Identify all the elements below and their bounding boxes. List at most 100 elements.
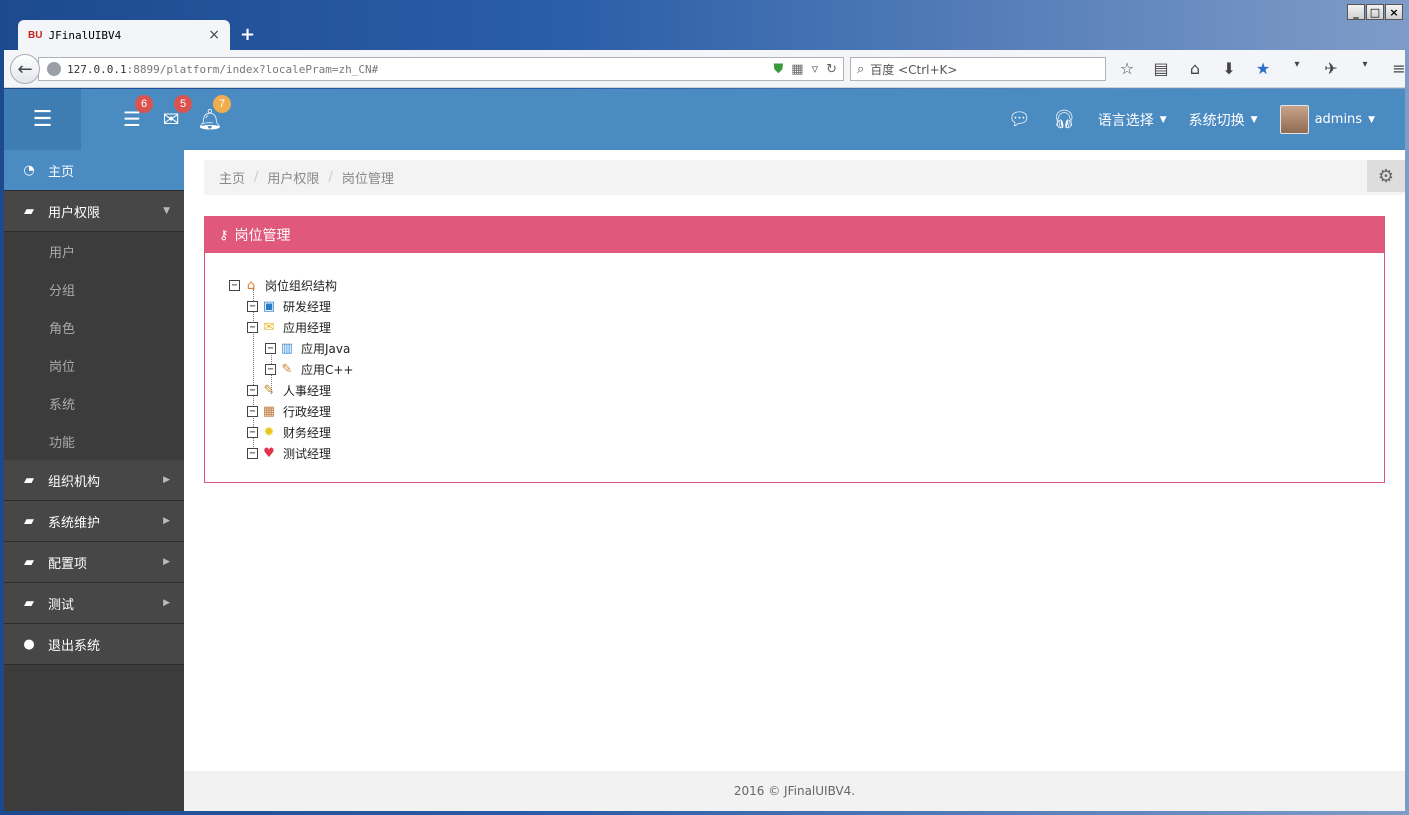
- sidebar-item-config[interactable]: ▰ 配置项 ▶: [4, 542, 184, 583]
- collapse-toggle[interactable]: −: [265, 364, 276, 375]
- sidebar-item-logout[interactable]: ● 退出系统: [4, 624, 184, 665]
- tree-node-label: 人事经理: [283, 384, 332, 398]
- url-bar[interactable]: 127.0.0.1:8899/platform/index?localePram…: [38, 57, 844, 81]
- envelope-icon: ✉: [263, 320, 275, 335]
- headset-icon[interactable]: 🎧︎: [1053, 109, 1076, 130]
- tree-node-label: 测试经理: [283, 447, 332, 461]
- menu-icon[interactable]: ☰: [4, 89, 81, 150]
- sidebar-subitem-role[interactable]: 角色: [4, 308, 184, 346]
- tab-title: JFinalUIBV4: [48, 28, 122, 42]
- tab-close-icon[interactable]: ×: [208, 27, 220, 43]
- reload-icon[interactable]: ↻: [826, 62, 837, 77]
- chart-icon: ▥: [280, 341, 294, 356]
- collapse-toggle[interactable]: −: [265, 343, 276, 354]
- tree-node[interactable]: − ▣ 研发经理: [247, 296, 331, 317]
- download-icon[interactable]: ⬇: [1218, 59, 1240, 78]
- station-panel: ⚷ 岗位管理 − ⌂ 岗位组织结构 − ▣ 研发经理 − ✉ 应用经理 − ▥ …: [204, 216, 1385, 483]
- hamburger-menu-icon[interactable]: ≡: [1388, 59, 1409, 78]
- url-text[interactable]: 127.0.0.1:8899/platform/index?localePram…: [67, 63, 774, 76]
- minimize-button[interactable]: _: [1347, 4, 1365, 20]
- breadcrumb-separator: /: [254, 170, 259, 185]
- browser-tab[interactable]: BU JFinalUIBV4 ×: [18, 20, 230, 50]
- caret-down-icon: ▼: [1250, 114, 1258, 125]
- collapse-toggle[interactable]: −: [247, 385, 258, 396]
- sidebar-item-label: 测试: [48, 597, 75, 613]
- sidebar-subitem-station[interactable]: 岗位: [4, 346, 184, 384]
- tree-node-root[interactable]: − ⌂ 岗位组织结构: [229, 275, 337, 296]
- caret-down-icon: ▼: [1159, 114, 1167, 125]
- gears-icon[interactable]: ⚙: [1367, 160, 1405, 192]
- user-menu[interactable]: admins ▼: [1279, 105, 1375, 134]
- sidebar-item-test[interactable]: ▰ 测试 ▶: [4, 583, 184, 624]
- tree-node[interactable]: − ▥ 应用Java: [265, 338, 350, 359]
- back-button[interactable]: ←: [10, 54, 40, 84]
- sidebar-item-label: 配置项: [48, 556, 88, 572]
- sidebar-item-label: 组织机构: [48, 474, 101, 490]
- tasks-badge: 6: [135, 95, 153, 113]
- sidebar-subitem-system[interactable]: 系统: [4, 384, 184, 422]
- addon-icon[interactable]: ★: [1252, 59, 1274, 78]
- envelope-icon[interactable]: ✉ 5: [158, 95, 192, 132]
- close-window-button[interactable]: ×: [1385, 4, 1403, 20]
- book-icon: ▰: [24, 595, 34, 611]
- sidebar-subitem-group[interactable]: 分组: [4, 270, 184, 308]
- shield-icon[interactable]: ⛊: [774, 62, 784, 77]
- collapse-toggle[interactable]: −: [247, 322, 258, 333]
- sidebar-item-maintenance[interactable]: ▰ 系统维护 ▶: [4, 501, 184, 542]
- language-dropdown[interactable]: 语言选择 ▼: [1098, 110, 1167, 130]
- top-header: ☰ ☰ 6 ✉ 5 🔔︎ 7 💬︎ 🎧︎ 语言选择 ▼ 系统切换 ▼ admin…: [4, 89, 1405, 150]
- collapse-toggle[interactable]: −: [229, 280, 240, 291]
- new-tab-button[interactable]: +: [240, 24, 255, 45]
- collapse-toggle[interactable]: −: [247, 448, 258, 459]
- caret-right-icon: ▶: [163, 598, 170, 608]
- tree-node[interactable]: − ✹ 财务经理: [247, 422, 331, 443]
- key-icon: ⚷: [219, 227, 229, 243]
- caret-right-icon: ▶: [163, 516, 170, 526]
- tree-node-label: 应用经理: [283, 321, 332, 335]
- search-bar[interactable]: ⌕ 百度 <Ctrl+K>: [850, 57, 1106, 81]
- tasks-icon[interactable]: ☰ 6: [119, 95, 153, 132]
- breadcrumb: 主页 / 用户权限 / 岗位管理: [204, 160, 1404, 195]
- sidebar-item-organization[interactable]: ▰ 组织机构 ▶: [4, 460, 184, 501]
- tree-node[interactable]: − ✎ 人事经理: [247, 380, 331, 401]
- globe-icon: [47, 62, 61, 76]
- reader-icon[interactable]: ▤: [1150, 59, 1172, 78]
- home-icon[interactable]: ⌂: [1184, 59, 1206, 78]
- collapse-toggle[interactable]: −: [247, 427, 258, 438]
- breadcrumb-home[interactable]: 主页: [219, 168, 245, 187]
- sidebar-item-label: 系统维护: [48, 515, 101, 531]
- caret-down-icon: ▼: [163, 206, 170, 216]
- collapse-toggle[interactable]: −: [247, 301, 258, 312]
- tree-node[interactable]: − ✎ 应用C++: [265, 359, 354, 380]
- system-label: 系统切换: [1188, 112, 1245, 129]
- bell-icon[interactable]: 🔔︎ 7: [197, 95, 231, 132]
- collapse-toggle[interactable]: −: [247, 406, 258, 417]
- browser-window: _ □ × BU JFinalUIBV4 × + 127.0.0.1:8899/…: [0, 0, 1409, 815]
- qr-icon[interactable]: ▦: [791, 62, 803, 77]
- avatar: [1279, 105, 1309, 134]
- caret-right-icon: ▶: [163, 557, 170, 567]
- tree-node[interactable]: − ✉ 应用经理: [247, 317, 331, 338]
- sidebar-item-user-permissions[interactable]: ▰ 用户权限 ▼: [4, 191, 184, 232]
- maximize-button[interactable]: □: [1366, 4, 1384, 20]
- chat-icon[interactable]: 💬︎: [1008, 109, 1031, 130]
- dropdown-icon[interactable]: ▿: [812, 62, 819, 77]
- tree-node-label: 应用C++: [301, 363, 354, 377]
- caret-right-icon: ▶: [163, 475, 170, 485]
- chevron-down-icon[interactable]: ▾: [1354, 59, 1376, 78]
- sidebar-subitem-user[interactable]: 用户: [4, 232, 184, 270]
- extension-icon[interactable]: ✈: [1320, 59, 1342, 78]
- book-icon: ▰: [24, 554, 34, 570]
- user-name: admins: [1314, 112, 1363, 127]
- language-label: 语言选择: [1097, 112, 1154, 129]
- tree-node[interactable]: − ▦ 行政经理: [247, 401, 331, 422]
- sidebar-subitem-function[interactable]: 功能: [4, 422, 184, 460]
- book-icon: ▰: [24, 513, 34, 529]
- tree-node[interactable]: − ♥ 测试经理: [247, 443, 331, 464]
- sidebar-item-home[interactable]: ◔ 主页: [4, 150, 184, 191]
- chevron-down-icon[interactable]: ▾: [1286, 59, 1308, 78]
- calendar-icon: ▦: [262, 404, 276, 419]
- breadcrumb-section[interactable]: 用户权限: [267, 168, 319, 187]
- bookmark-star-icon[interactable]: ☆: [1116, 59, 1138, 78]
- system-dropdown[interactable]: 系统切换 ▼: [1189, 110, 1258, 130]
